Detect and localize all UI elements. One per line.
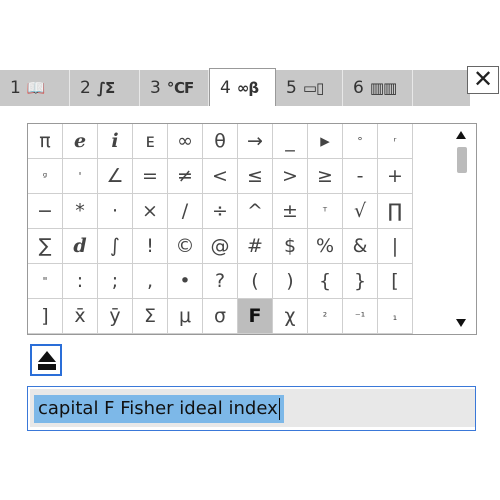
symbol-cell[interactable]: ± <box>273 194 308 229</box>
tab-5[interactable]: 5 ▭▯ <box>276 70 343 106</box>
symbol-cell[interactable]: ! <box>133 229 168 264</box>
tab-3[interactable]: 3 ℃F <box>140 70 209 106</box>
templates-icon: ▭▯ <box>302 79 324 97</box>
units-icon: ℃F <box>166 79 194 97</box>
library-icon: ▥▥ <box>369 79 397 97</box>
symbol-cell[interactable]: ₁ <box>378 299 413 334</box>
symbol-cell[interactable]: / <box>168 194 203 229</box>
symbol-cell[interactable]: • <box>168 264 203 299</box>
symbol-cell[interactable]: ^ <box>238 194 273 229</box>
symbol-cell[interactable]: χ <box>273 299 308 334</box>
symbol-description-text: capital F Fisher ideal index <box>34 395 284 423</box>
symbol-cell[interactable]: [ <box>378 264 413 299</box>
symbol-cell[interactable]: ] <box>28 299 63 334</box>
symbol-cell[interactable]: ᴇ <box>133 124 168 159</box>
math-icon: ∫Σ <box>96 79 115 97</box>
symbol-cell[interactable]: ∠ <box>98 159 133 194</box>
symbol-cell[interactable]: = <box>133 159 168 194</box>
scroll-thumb[interactable] <box>457 147 467 173</box>
tab-bar: 1 📖 2 ∫Σ 3 ℃F 4 ∞β 5 ▭▯ 6 ▥▥ <box>0 68 500 106</box>
symbol-cell[interactable]: ∏ <box>378 194 413 229</box>
symbol-description-field[interactable]: capital F Fisher ideal index <box>27 386 476 431</box>
symbol-grid: π e i ᴇ ∞ θ → _ ▸ ° ʳ ᵍ ' ∠ = ≠ < ≤ > ≥ - + − * · × / ÷ ^ ± ᵀ √ ∏ ∑ d ∫! © @ #… <box>28 124 413 336</box>
symbol-cell[interactable]: − <box>28 194 63 229</box>
symbol-cell[interactable]: ȳ <box>98 299 133 334</box>
scroll-down-icon[interactable] <box>456 319 466 327</box>
symbol-cell[interactable]: } <box>343 264 378 299</box>
palette-scrollbar[interactable] <box>449 123 477 335</box>
collapse-button[interactable] <box>30 344 62 376</box>
symbol-cell[interactable]: @ <box>203 229 238 264</box>
symbol-palette: π e i ᴇ ∞ θ → _ ▸ ° ʳ ᵍ ' ∠ = ≠ < ≤ > ≥ - + − * · × / ÷ ^ ± ᵀ √ ∏ ∑ d ∫! © @ #… <box>27 123 477 335</box>
symbol-cell[interactable]: ≤ <box>238 159 273 194</box>
symbol-cell[interactable]: * <box>63 194 98 229</box>
symbol-cell[interactable]: - <box>343 159 378 194</box>
symbol-cell[interactable]: # <box>238 229 273 264</box>
symbol-cell[interactable]: → <box>238 124 273 159</box>
symbol-cell[interactable]: ² <box>308 299 343 334</box>
symbol-cell[interactable]: × <box>133 194 168 229</box>
close-button[interactable]: ✕ <box>467 66 499 94</box>
symbol-cell[interactable]: ∫ <box>98 229 133 264</box>
symbol-cell[interactable]: | <box>378 229 413 264</box>
symbol-cell[interactable]: ᵍ <box>28 159 63 194</box>
symbol-cell[interactable]: > <box>273 159 308 194</box>
symbol-cell[interactable]: + <box>378 159 413 194</box>
close-icon: ✕ <box>472 65 494 93</box>
symbol-cell[interactable]: ᵀ <box>308 194 343 229</box>
symbol-cell[interactable]: ' <box>63 159 98 194</box>
symbol-cell[interactable]: Σ <box>133 299 168 334</box>
symbol-cell[interactable]: ∞ <box>168 124 203 159</box>
text-caret <box>278 398 280 420</box>
symbol-cell[interactable]: ( <box>238 264 273 299</box>
symbol-cell[interactable]: $ <box>273 229 308 264</box>
symbol-cell[interactable]: √ <box>343 194 378 229</box>
symbol-cell[interactable]: & <box>343 229 378 264</box>
symbol-cell[interactable]: ≠ <box>168 159 203 194</box>
symbol-cell[interactable]: { <box>308 264 343 299</box>
book-icon: 📖 <box>26 79 46 97</box>
tab-2[interactable]: 2 ∫Σ <box>70 70 140 106</box>
symbol-cell[interactable]: d <box>63 229 98 264</box>
symbol-cell[interactable]: μ <box>168 299 203 334</box>
symbol-cell[interactable]: ʳ <box>378 124 413 159</box>
symbol-cell[interactable]: ? <box>203 264 238 299</box>
symbol-cell[interactable]: e <box>63 124 98 159</box>
tab-4[interactable]: 4 ∞β <box>209 68 276 106</box>
symbol-cell[interactable]: σ <box>203 299 238 334</box>
symbol-cell[interactable]: ≥ <box>308 159 343 194</box>
symbol-cell[interactable]: © <box>168 229 203 264</box>
tab-6[interactable]: 6 ▥▥ <box>343 70 413 106</box>
symbol-cell[interactable]: i <box>98 124 133 159</box>
symbol-cell[interactable]: ) <box>273 264 308 299</box>
symbol-cell[interactable]: % <box>308 229 343 264</box>
symbol-cell[interactable]: < <box>203 159 238 194</box>
symbol-cell[interactable]: ▸ <box>308 124 343 159</box>
symbol-cell[interactable]: ÷ <box>203 194 238 229</box>
symbol-cell[interactable]: F <box>238 299 273 334</box>
symbol-cell[interactable]: ; <box>98 264 133 299</box>
symbol-cell[interactable]: " <box>28 264 63 299</box>
symbol-cell[interactable]: , <box>133 264 168 299</box>
tab-bar-fill <box>413 70 470 106</box>
tab-1[interactable]: 1 📖 <box>0 70 70 106</box>
symbol-cell[interactable]: ° <box>343 124 378 159</box>
scroll-up-icon[interactable] <box>456 131 466 139</box>
symbol-cell[interactable]: _ <box>273 124 308 159</box>
symbol-cell[interactable]: θ <box>203 124 238 159</box>
symbols-icon: ∞β <box>236 78 259 97</box>
symbol-cell[interactable]: ∑ <box>28 229 63 264</box>
symbol-cell[interactable]: ⁻¹ <box>343 299 378 334</box>
eject-icon <box>38 351 56 362</box>
symbol-cell[interactable]: x̄ <box>63 299 98 334</box>
symbol-cell[interactable]: · <box>98 194 133 229</box>
symbol-cell[interactable]: π <box>28 124 63 159</box>
symbol-cell[interactable]: : <box>63 264 98 299</box>
